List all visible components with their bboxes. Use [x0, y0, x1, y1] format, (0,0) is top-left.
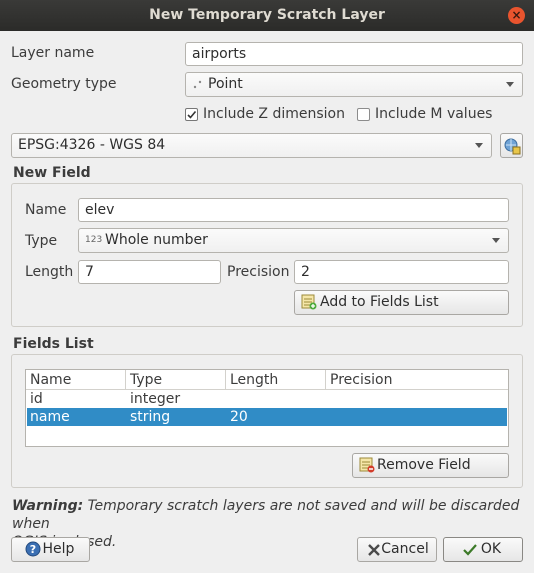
- field-name-input[interactable]: elev: [78, 198, 509, 222]
- field-name-label: Name: [25, 202, 67, 218]
- add-to-fields-list-button[interactable]: Add to Fields List: [294, 290, 509, 315]
- layer-name-input[interactable]: airports: [185, 42, 523, 66]
- remove-field-label: Remove Field: [377, 457, 471, 473]
- help-icon: ?: [25, 541, 41, 557]
- column-header-length[interactable]: Length: [226, 370, 326, 390]
- remove-field-icon: [359, 457, 375, 473]
- chevron-down-icon: [475, 143, 483, 148]
- fields-list-title: Fields List: [13, 336, 94, 352]
- field-type-label: Type: [25, 233, 58, 249]
- integer-type-icon: 123: [85, 235, 103, 245]
- cell-name: id: [30, 391, 43, 407]
- field-type-combo[interactable]: 123 Whole number: [78, 228, 509, 253]
- length-label: Length: [25, 264, 74, 280]
- remove-field-button[interactable]: Remove Field: [352, 453, 509, 478]
- geometry-type-label: Geometry type: [11, 76, 117, 92]
- include-z-label: Include Z dimension: [203, 106, 345, 122]
- check-icon: [187, 110, 197, 119]
- ok-check-icon: [463, 544, 477, 556]
- field-type-value: Whole number: [105, 232, 208, 248]
- cell-name: name: [30, 409, 70, 425]
- precision-label: Precision: [227, 264, 290, 280]
- crs-value: EPSG:4326 - WGS 84: [18, 137, 166, 153]
- geometry-type-combo[interactable]: Point: [185, 72, 523, 97]
- help-label: Help: [42, 541, 75, 557]
- help-button[interactable]: ? Help: [11, 537, 90, 562]
- chevron-down-icon: [492, 238, 500, 243]
- ok-button[interactable]: OK: [443, 537, 523, 562]
- length-input[interactable]: 7: [78, 260, 221, 284]
- crs-select-button[interactable]: [500, 133, 523, 158]
- cell-precision: [326, 390, 426, 408]
- cell-type: integer: [130, 391, 181, 407]
- column-header-name[interactable]: Name: [26, 370, 126, 390]
- precision-input[interactable]: 2: [294, 260, 509, 284]
- ok-label: OK: [480, 541, 502, 557]
- crs-combo[interactable]: EPSG:4326 - WGS 84: [11, 133, 492, 158]
- cell-type: string: [130, 409, 171, 425]
- new-field-title: New Field: [13, 165, 91, 181]
- geometry-type-value: Point: [208, 76, 243, 92]
- column-header-precision[interactable]: Precision: [326, 370, 508, 390]
- close-icon: ×: [511, 8, 522, 22]
- column-header-type[interactable]: Type: [126, 370, 226, 390]
- warning-text: Temporary scratch layers are not saved a…: [12, 498, 520, 532]
- window-titlebar: New Temporary Scratch Layer ×: [0, 0, 534, 31]
- add-field-icon: [301, 294, 317, 310]
- chevron-down-icon: [506, 82, 514, 87]
- svg-text:?: ?: [30, 543, 36, 556]
- cancel-label: Cancel: [381, 541, 429, 557]
- point-geometry-icon: [193, 80, 202, 89]
- warning-bold: Warning:: [12, 498, 84, 514]
- add-to-fields-list-label: Add to Fields List: [320, 294, 439, 310]
- cell-length: 20: [230, 409, 248, 425]
- include-z-checkbox[interactable]: [185, 108, 198, 121]
- window-title: New Temporary Scratch Layer: [149, 7, 385, 23]
- fields-table[interactable]: Name Type Length Precision id integer na…: [25, 369, 509, 447]
- cell-precision: [326, 408, 426, 426]
- include-m-label: Include M values: [375, 106, 493, 122]
- cancel-icon: [368, 544, 380, 556]
- include-m-checkbox[interactable]: [357, 108, 370, 121]
- cell-length: [226, 390, 326, 408]
- layer-name-label: Layer name: [11, 45, 95, 61]
- cancel-button[interactable]: Cancel: [357, 537, 437, 562]
- close-button[interactable]: ×: [508, 7, 525, 24]
- crs-select-icon: [504, 138, 521, 155]
